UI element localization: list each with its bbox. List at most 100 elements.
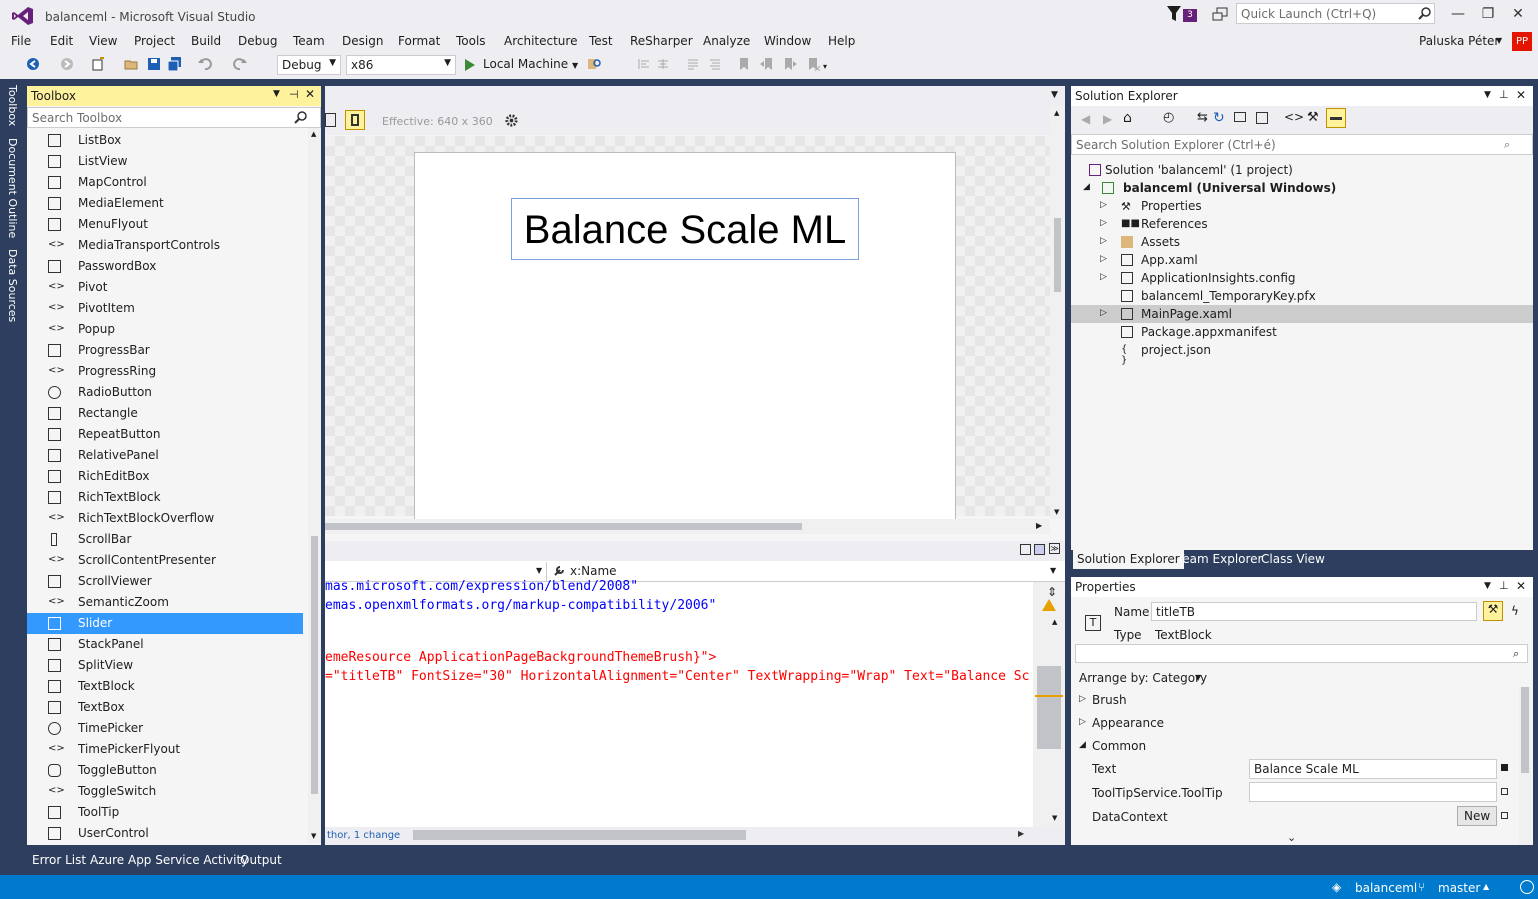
view-code-icon[interactable]: <> [1284, 110, 1304, 124]
tree-project-json[interactable]: { } project.json [1071, 341, 1533, 366]
gear-icon[interactable] [504, 113, 519, 128]
feedback-icon[interactable] [1212, 7, 1228, 23]
tab-azure-app-service-activity[interactable]: Azure App Service Activity [90, 853, 248, 867]
menu-format[interactable]: Format [398, 34, 440, 48]
show-all-files-icon[interactable] [1256, 112, 1268, 124]
pin-icon[interactable]: ⊥ [1499, 88, 1509, 101]
scrollbar-thumb[interactable] [1521, 687, 1529, 773]
toolbox-item-menuflyout[interactable]: MenuFlyout [27, 214, 303, 235]
toolbox-item-timepickerflyout[interactable]: <> TimePickerFlyout [27, 739, 303, 760]
menu-build[interactable]: Build [191, 34, 221, 48]
chevron-down-icon[interactable]: ▼ [1051, 90, 1058, 100]
toolbox-item-togglebutton[interactable]: ToggleButton [27, 760, 303, 781]
properties-scrollbar[interactable] [1519, 687, 1531, 845]
toolbox-item-scrollcontentpresenter[interactable]: <> ScrollContentPresenter [27, 550, 303, 571]
collapsed-arrow-icon[interactable]: ▷ [1100, 308, 1107, 318]
portrait-button[interactable] [345, 110, 365, 130]
home-icon[interactable]: ⌂ [1123, 110, 1132, 126]
save-all-icon[interactable] [168, 57, 182, 71]
scrollbar-thumb[interactable] [311, 536, 318, 794]
code-line-1[interactable]: mas.microsoft.com/expression/blend/2008" [325, 579, 638, 594]
split-handle-icon[interactable]: ⇕ [1047, 585, 1057, 599]
expanded-arrow-icon[interactable]: ◢ [1079, 740, 1086, 750]
tab-output[interactable]: Output [240, 853, 282, 867]
name-field[interactable]: titleTB [1151, 602, 1477, 621]
align-left-icon[interactable] [637, 57, 651, 71]
notification-count-badge[interactable]: 3 [1183, 9, 1197, 22]
chevron-down-icon[interactable]: ▼ [1484, 90, 1491, 100]
category-brush[interactable]: Brush [1092, 693, 1127, 707]
close-button[interactable]: ✕ [1504, 4, 1532, 24]
expanded-arrow-icon[interactable]: ◢ [1083, 182, 1090, 192]
tree-app-xaml[interactable]: ▷ App.xaml [1071, 251, 1533, 269]
close-icon[interactable]: ✕ [1516, 88, 1526, 102]
wrench-icon[interactable]: ⚒ [1307, 110, 1319, 125]
search-icon[interactable]: ⌕ [1513, 647, 1519, 661]
tree-mainpage-xaml[interactable]: ▷ MainPage.xaml [1071, 305, 1533, 323]
toolbox-item-scrollviewer[interactable]: ScrollViewer [27, 571, 303, 592]
collapse-pane-icon[interactable]: ≫ [1049, 543, 1060, 554]
toolbox-item-usercontrol[interactable]: UserControl [27, 823, 303, 844]
user-name[interactable]: Paluska Péter [1419, 34, 1499, 48]
pin-icon[interactable]: ⊣ [289, 88, 299, 101]
toolbox-item-progressring[interactable]: <> ProgressRing [27, 361, 303, 382]
datacontext-new-button[interactable]: New [1457, 806, 1498, 826]
tree-project[interactable]: ◢ balanceml (Universal Windows) [1071, 179, 1533, 197]
toolbox-item-popup[interactable]: <> Popup [27, 319, 303, 340]
quick-launch-input[interactable]: Quick Launch (Ctrl+Q) [1236, 3, 1435, 24]
menu-design[interactable]: Design [342, 34, 383, 48]
collapsed-arrow-icon[interactable]: ▷ [1100, 272, 1107, 282]
scrollbar-thumb[interactable] [1054, 218, 1061, 292]
new-project-icon[interactable] [91, 57, 105, 71]
toolbox-item-stackpanel[interactable]: StackPanel [27, 634, 303, 655]
notifications-filter-icon[interactable] [1167, 6, 1181, 22]
menu-help[interactable]: Help [828, 34, 855, 48]
tab-toolbox[interactable]: Toolbox [6, 85, 19, 126]
menu-team[interactable]: Team [293, 34, 325, 48]
uncomment-icon[interactable] [708, 57, 722, 71]
collapsed-arrow-icon[interactable]: ▷ [1079, 717, 1086, 727]
tab-solution-explorer[interactable]: Solution Explorer [1073, 550, 1184, 569]
toolbox-item-textbox[interactable]: TextBox [27, 697, 303, 718]
refresh-icon[interactable]: ↻ [1213, 110, 1225, 126]
prev-bookmark-icon[interactable] [760, 57, 774, 71]
horizontal-scrollbar-thumb[interactable] [413, 830, 746, 840]
chevron-down-icon[interactable]: ▼ [1496, 36, 1502, 45]
scroll-down-icon[interactable]: ▼ [311, 832, 316, 840]
preview-selected-items-button[interactable] [1326, 108, 1346, 128]
collapsed-arrow-icon[interactable]: ▷ [1100, 236, 1107, 246]
sync-icon[interactable]: ⇆ [1197, 110, 1208, 125]
property-marker[interactable] [1501, 812, 1508, 819]
property-marker-set[interactable] [1501, 764, 1508, 771]
title-textblock[interactable]: Balance Scale ML [511, 198, 859, 260]
bookmark-icon[interactable] [737, 57, 751, 71]
toolbox-item-toggleswitch[interactable]: <> ToggleSwitch [27, 781, 303, 802]
code-line-2[interactable]: emas.openxmlformats.org/markup-compatibi… [325, 598, 716, 613]
menu-architecture[interactable]: Architecture [504, 34, 577, 48]
editor-vertical-scrollbar[interactable]: ⇕ ▲ ▼ [1033, 582, 1065, 827]
toolbox-scrollbar[interactable]: ▲ ▼ [308, 128, 321, 843]
start-debugging-button[interactable]: Local Machine ▼ [465, 55, 578, 75]
menu-tools[interactable]: Tools [456, 34, 486, 48]
toolbox-item-pivotitem[interactable]: <> PivotItem [27, 298, 303, 319]
chevron-up-icon[interactable]: ▲ [1483, 882, 1489, 891]
avatar[interactable]: PP [1512, 32, 1532, 51]
tree-solution[interactable]: Solution 'balanceml' (1 project) [1071, 161, 1533, 179]
tab-data-sources[interactable]: Data Sources [6, 249, 19, 322]
align-center-icon[interactable] [656, 57, 670, 71]
scrollbar-thumb[interactable] [325, 523, 802, 530]
menu-edit[interactable]: Edit [50, 34, 73, 48]
tab-error-list[interactable]: Error List [32, 853, 86, 867]
menu-resharper[interactable]: ReSharper [630, 34, 693, 48]
text-prop-field[interactable]: Balance Scale ML [1249, 759, 1497, 779]
toolbar-overflow-icon[interactable]: ▾ [823, 62, 827, 71]
property-marker[interactable] [1501, 788, 1508, 795]
collapsed-arrow-icon[interactable]: ▷ [1100, 254, 1107, 264]
change-status-link[interactable]: thor, 1 change [327, 830, 400, 841]
branch-name[interactable]: master [1438, 881, 1480, 895]
tab-class-view[interactable]: Class View [1257, 552, 1329, 566]
solution-search-input[interactable]: Search Solution Explorer (Ctrl+é) ⌕ [1071, 134, 1533, 155]
menu-window[interactable]: Window [764, 34, 811, 48]
designer-vertical-scrollbar[interactable]: ▲ ▼ [1050, 106, 1065, 519]
forward-icon[interactable]: ▶ [1103, 112, 1112, 126]
